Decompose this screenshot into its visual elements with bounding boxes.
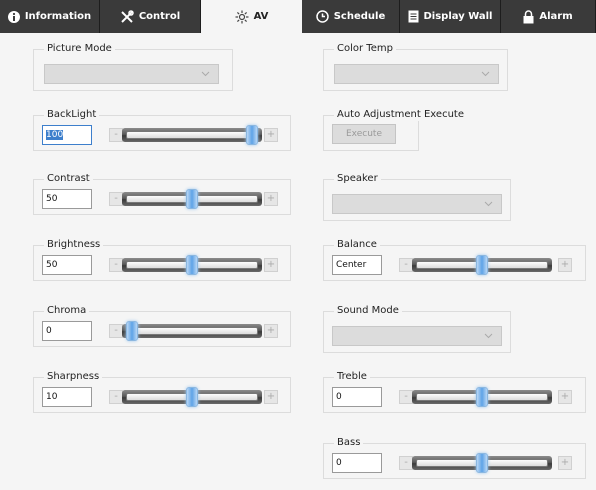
backlight-value-text: 100: [46, 130, 64, 140]
sharpness-value[interactable]: 10: [42, 387, 92, 407]
tab-schedule-label: Schedule: [333, 11, 386, 22]
bass-slider[interactable]: [412, 452, 552, 474]
color-temp-select[interactable]: [334, 64, 499, 84]
slider-thumb[interactable]: [476, 255, 488, 275]
sharpness-group: Sharpness 10 - +: [33, 371, 291, 413]
tab-av-label: AV: [253, 11, 269, 22]
sound-mode-select[interactable]: [332, 326, 502, 346]
picture-mode-group: Picture Mode: [33, 43, 233, 91]
sharpness-slider[interactable]: [122, 386, 262, 408]
chroma-increase-button[interactable]: +: [264, 324, 278, 338]
brightness-slider[interactable]: [122, 254, 262, 276]
tab-alarm-label: Alarm: [539, 11, 573, 22]
tab-av[interactable]: AV: [201, 0, 302, 33]
slider-thumb[interactable]: [246, 125, 258, 145]
contrast-decrease-button[interactable]: -: [109, 192, 123, 206]
bass-decrease-button[interactable]: -: [399, 456, 413, 470]
av-settings-panel: Picture Mode Color Temp BackLight 100 - …: [23, 33, 593, 490]
chroma-label: Chroma: [44, 305, 90, 317]
slider-thumb[interactable]: [126, 321, 138, 341]
treble-label: Treble: [334, 371, 370, 383]
tab-alarm[interactable]: Alarm: [501, 0, 596, 33]
color-temp-label: Color Temp: [334, 43, 396, 55]
balance-value[interactable]: Center: [332, 255, 382, 275]
balance-slider[interactable]: [412, 254, 552, 276]
color-temp-group: Color Temp: [323, 43, 508, 91]
sound-mode-label: Sound Mode: [334, 305, 402, 317]
brightness-group: Brightness 50 - +: [33, 239, 291, 281]
sharpness-increase-button[interactable]: +: [264, 390, 278, 404]
lock-icon: [523, 9, 534, 23]
slider-thumb[interactable]: [186, 255, 198, 275]
bass-increase-button[interactable]: +: [558, 456, 572, 470]
brightness-label: Brightness: [44, 239, 104, 251]
balance-decrease-button[interactable]: -: [399, 258, 413, 272]
document-icon: [408, 10, 418, 23]
chevron-down-icon: [201, 71, 210, 77]
balance-increase-button[interactable]: +: [558, 258, 572, 272]
speaker-group: Speaker: [323, 173, 511, 221]
picture-mode-select[interactable]: [44, 64, 219, 84]
chevron-down-icon: [484, 333, 493, 339]
chroma-group: Chroma 0 - +: [33, 305, 291, 347]
slider-thumb[interactable]: [476, 453, 488, 473]
bass-label: Bass: [334, 437, 364, 449]
backlight-increase-button[interactable]: +: [264, 128, 278, 142]
info-icon: [7, 10, 20, 23]
treble-decrease-button[interactable]: -: [399, 390, 413, 404]
chevron-down-icon: [484, 201, 493, 207]
backlight-decrease-button[interactable]: -: [109, 128, 123, 142]
sound-mode-group: Sound Mode: [323, 305, 511, 353]
treble-slider[interactable]: [412, 386, 552, 408]
brightness-decrease-button[interactable]: -: [109, 258, 123, 272]
picture-mode-label: Picture Mode: [44, 43, 115, 55]
chroma-decrease-button[interactable]: -: [109, 324, 123, 338]
auto-adjustment-label: Auto Adjustment Execute: [334, 109, 467, 121]
brightness-value[interactable]: 50: [42, 255, 92, 275]
backlight-label: BackLight: [44, 109, 100, 121]
tab-information[interactable]: Information: [0, 0, 100, 33]
contrast-value[interactable]: 50: [42, 189, 92, 209]
slider-thumb[interactable]: [476, 387, 488, 407]
contrast-group: Contrast 50 - +: [33, 173, 291, 215]
slider-groove: [126, 131, 258, 139]
treble-group: Treble 0 - +: [323, 371, 586, 413]
tab-information-label: Information: [24, 11, 92, 22]
tab-schedule[interactable]: Schedule: [302, 0, 400, 33]
chevron-down-icon: [481, 71, 490, 77]
backlight-value[interactable]: 100: [42, 125, 92, 145]
slider-thumb[interactable]: [186, 387, 198, 407]
speaker-select[interactable]: [332, 194, 502, 214]
bass-group: Bass 0 - +: [323, 437, 586, 479]
chroma-slider[interactable]: [122, 320, 262, 342]
bass-value[interactable]: 0: [332, 453, 382, 473]
brightness-increase-button[interactable]: +: [264, 258, 278, 272]
tab-display-wall-label: Display Wall: [423, 11, 493, 22]
treble-value[interactable]: 0: [332, 387, 382, 407]
balance-group: Balance Center - +: [323, 239, 586, 281]
auto-adjustment-group: Auto Adjustment Execute Execute: [323, 109, 467, 151]
clock-icon: [315, 10, 329, 23]
tools-icon: [121, 9, 134, 23]
contrast-label: Contrast: [44, 173, 93, 185]
balance-label: Balance: [334, 239, 380, 251]
speaker-label: Speaker: [334, 173, 381, 185]
tab-control-label: Control: [138, 11, 181, 22]
sharpness-decrease-button[interactable]: -: [109, 390, 123, 404]
treble-increase-button[interactable]: +: [558, 390, 572, 404]
slider-thumb[interactable]: [186, 189, 198, 209]
backlight-group: BackLight 100 - +: [33, 109, 291, 151]
contrast-increase-button[interactable]: +: [264, 192, 278, 206]
chroma-value[interactable]: 0: [42, 321, 92, 341]
tab-bar: Information Control AV Schedule Display …: [0, 0, 596, 33]
tab-control[interactable]: Control: [100, 0, 201, 33]
backlight-slider[interactable]: [122, 124, 262, 146]
sun-icon: [235, 10, 249, 23]
contrast-slider[interactable]: [122, 188, 262, 210]
execute-button[interactable]: Execute: [332, 124, 396, 144]
tab-display-wall[interactable]: Display Wall: [400, 0, 501, 33]
sharpness-label: Sharpness: [44, 371, 103, 383]
slider-groove: [126, 327, 258, 335]
